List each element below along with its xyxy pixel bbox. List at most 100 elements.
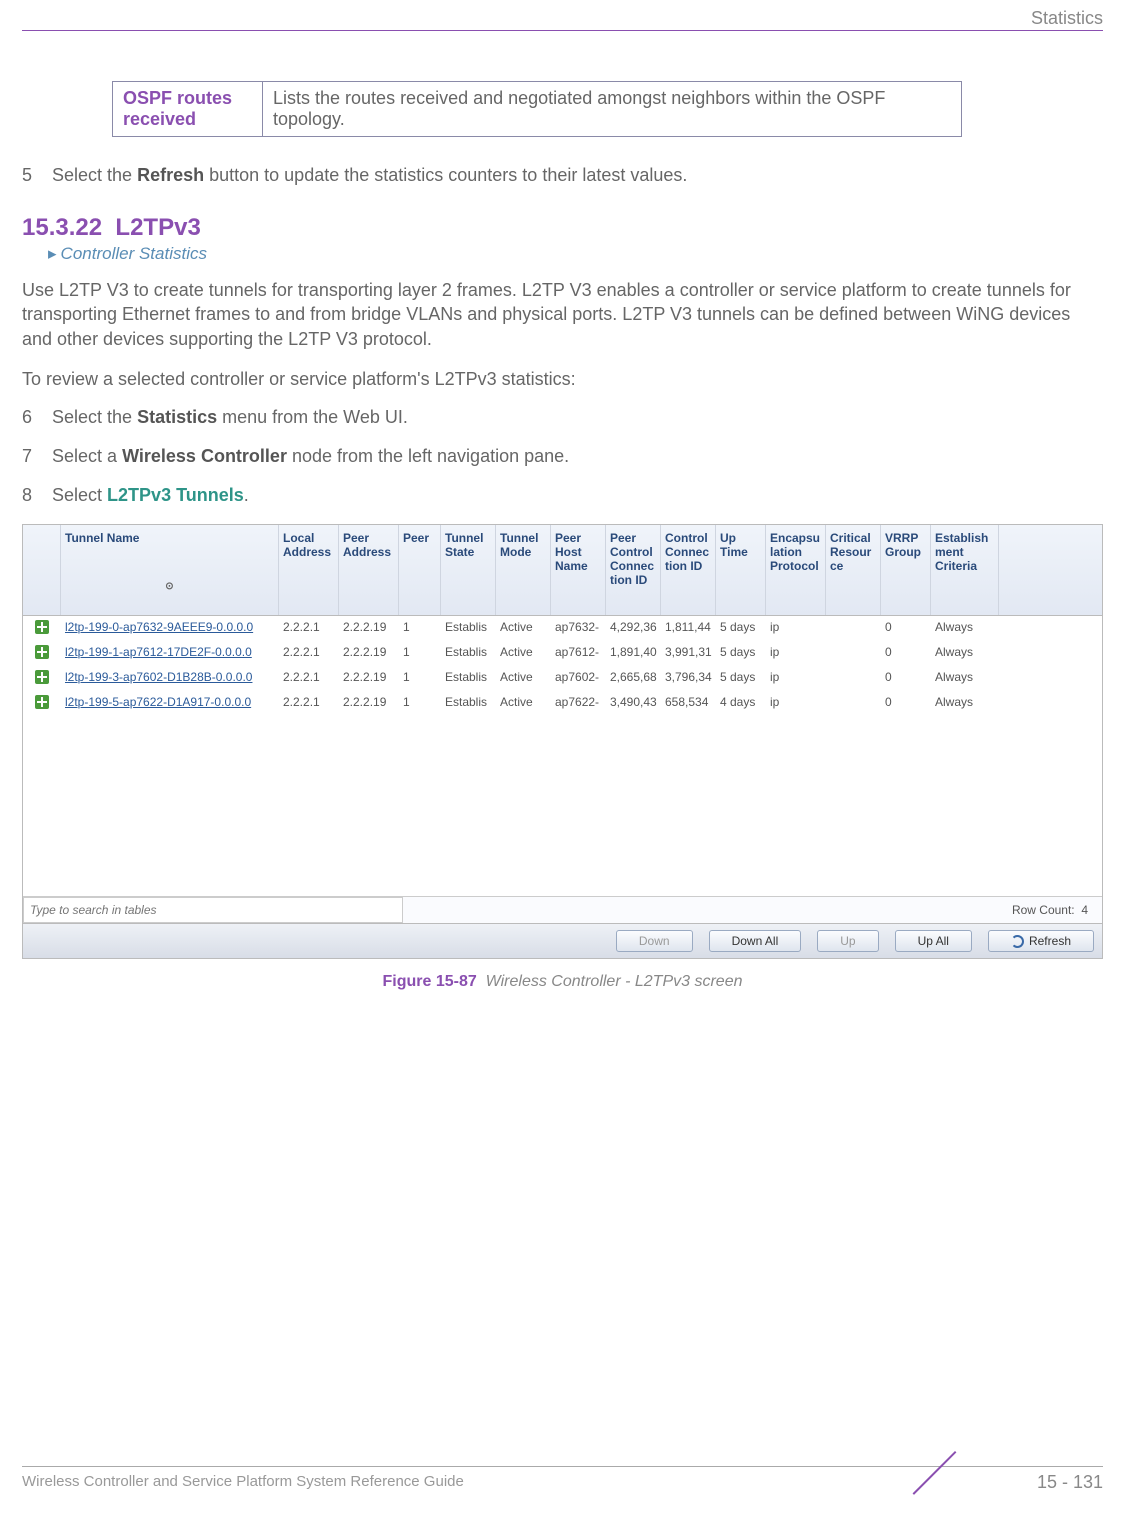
cell-control-connection-id: 658,534 [661,691,716,716]
grid-header-row: Tunnel Name⊙ Local Address Peer Address … [23,525,1102,616]
col-header-encapsulation-protocol[interactable]: Encapsulation Protocol [766,525,826,615]
col-header-tunnel-state[interactable]: Tunnel State [441,525,496,615]
down-button[interactable]: Down [616,930,693,952]
cell-tunnel-mode: Active [496,666,551,691]
table-row[interactable]: l2tp-199-0-ap7632-9AEEE9-0.0.0.02.2.2.12… [23,616,1102,641]
cell-local-address: 2.2.2.1 [279,666,339,691]
page-number: 15 - 131 [1037,1472,1103,1493]
plus-icon [35,645,49,659]
up-all-button[interactable]: Up All [895,930,972,952]
step-number: 8 [22,485,47,506]
cell-peer-control-connection-id: 2,665,68 [606,666,661,691]
cell-peer: 1 [399,666,441,691]
table-row[interactable]: l2tp-199-5-ap7622-D1A917-0.0.0.02.2.2.12… [23,691,1102,716]
col-header-peer[interactable]: Peer [399,525,441,615]
sort-asc-icon[interactable]: ⊙ [65,581,274,592]
cell-establishment-criteria: Always [931,641,999,666]
cell-tunnel-mode: Active [496,641,551,666]
cell-control-connection-id: 3,991,31 [661,641,716,666]
cell-up-time: 5 days [716,666,766,691]
breadcrumb: ▸Controller Statistics [48,244,1103,264]
col-header-control-connection-id[interactable]: Control Connection ID [661,525,716,615]
cell-local-address: 2.2.2.1 [279,616,339,641]
step-7: 7 Select a Wireless Controller node from… [22,446,1103,467]
header-rule [22,30,1103,31]
cell-peer-address: 2.2.2.19 [339,616,399,641]
step-5: 5 Select the Refresh button to update th… [22,165,1103,186]
cell-tunnel-state: Establis [441,616,496,641]
plus-icon [35,620,49,634]
step-text-post: node from the left navigation pane. [287,446,569,466]
step-text-pre: Select the [52,165,137,185]
cell-vrrp-group: 0 [881,691,931,716]
grid-toolbar: Down Down All Up Up All Refresh [23,923,1102,958]
cell-peer-control-connection-id: 3,490,43 [606,691,661,716]
cell-peer-control-connection-id: 1,891,40 [606,641,661,666]
cell-critical-resource [826,691,881,716]
cell-encapsulation-protocol: ip [766,616,826,641]
col-header-icon[interactable] [23,525,61,615]
col-header-tunnel-mode[interactable]: Tunnel Mode [496,525,551,615]
col-header-vrrp-group[interactable]: VRRP Group [881,525,931,615]
col-header-establishment-criteria[interactable]: Establishment Criteria [931,525,999,615]
col-header-tunnel-name[interactable]: Tunnel Name⊙ [61,525,279,615]
col-header-peer-host-name[interactable]: Peer Host Name [551,525,606,615]
cell-peer: 1 [399,616,441,641]
col-header-critical-resource[interactable]: Critical Resource [826,525,881,615]
step-text-post: button to update the statistics counters… [204,165,687,185]
search-input[interactable] [23,897,403,923]
paragraph-2: To review a selected controller or servi… [22,367,1103,391]
section-number: 15.3.22 [22,214,102,241]
step-text-pre: Select a [52,446,122,466]
refresh-button[interactable]: Refresh [988,930,1094,952]
figure-label: Figure 15-87 [383,973,477,990]
cell-peer-control-connection-id: 4,292,36 [606,616,661,641]
cell-tunnel-name[interactable]: l2tp-199-0-ap7632-9AEEE9-0.0.0.0 [61,616,279,641]
step-number: 6 [22,407,47,428]
cell-peer-host-name: ap7622- [551,691,606,716]
row-status-icon [23,616,61,641]
cell-vrrp-group: 0 [881,641,931,666]
cell-tunnel-name[interactable]: l2tp-199-1-ap7612-17DE2F-0.0.0.0 [61,641,279,666]
col-header-up-time[interactable]: Up Time [716,525,766,615]
cell-up-time: 5 days [716,641,766,666]
cell-peer-host-name: ap7602- [551,666,606,691]
cell-peer-address: 2.2.2.19 [339,691,399,716]
l2tpv3-tunnels-keyword: L2TPv3 Tunnels [107,485,244,505]
col-header-peer-control-connection-id[interactable]: Peer Control Connection ID [606,525,661,615]
step-text-post: menu from the Web UI. [217,407,408,427]
wireless-controller-keyword: Wireless Controller [122,446,287,466]
cell-tunnel-mode: Active [496,691,551,716]
footer-slash-graphic [913,1451,998,1536]
cell-establishment-criteria: Always [931,691,999,716]
up-button[interactable]: Up [817,930,878,952]
step-6: 6 Select the Statistics menu from the We… [22,407,1103,428]
table-row[interactable]: l2tp-199-1-ap7612-17DE2F-0.0.0.02.2.2.12… [23,641,1102,666]
col-header-peer-address[interactable]: Peer Address [339,525,399,615]
footer-text: Wireless Controller and Service Platform… [22,1473,464,1490]
cell-peer: 1 [399,691,441,716]
plus-icon [35,670,49,684]
cell-critical-resource [826,641,881,666]
cell-critical-resource [826,616,881,641]
cell-tunnel-name[interactable]: l2tp-199-5-ap7622-D1A917-0.0.0.0 [61,691,279,716]
row-status-icon [23,641,61,666]
section-title: L2TPv3 [115,214,200,241]
ospf-info-table: OSPF routes received Lists the routes re… [112,81,962,137]
cell-tunnel-state: Establis [441,666,496,691]
step-number: 5 [22,165,47,186]
down-all-button[interactable]: Down All [709,930,802,952]
figure-caption: Figure 15-87 Wireless Controller - L2TPv… [22,973,1103,991]
refresh-keyword: Refresh [137,165,204,185]
cell-peer-address: 2.2.2.19 [339,641,399,666]
col-header-local-address[interactable]: Local Address [279,525,339,615]
cell-local-address: 2.2.2.1 [279,691,339,716]
table-row[interactable]: l2tp-199-3-ap7602-D1B28B-0.0.0.02.2.2.1 2… [23,666,1102,691]
cell-encapsulation-protocol: ip [766,666,826,691]
cell-tunnel-mode: Active [496,616,551,641]
cell-vrrp-group: 0 [881,616,931,641]
cell-up-time: 5 days [716,616,766,641]
cell-tunnel-name[interactable]: l2tp-199-3-ap7602-D1B28B-0.0.0.0 [61,666,279,691]
cell-local-address: 2.2.2.1 [279,641,339,666]
ospf-row-label: OSPF routes received [113,82,263,137]
